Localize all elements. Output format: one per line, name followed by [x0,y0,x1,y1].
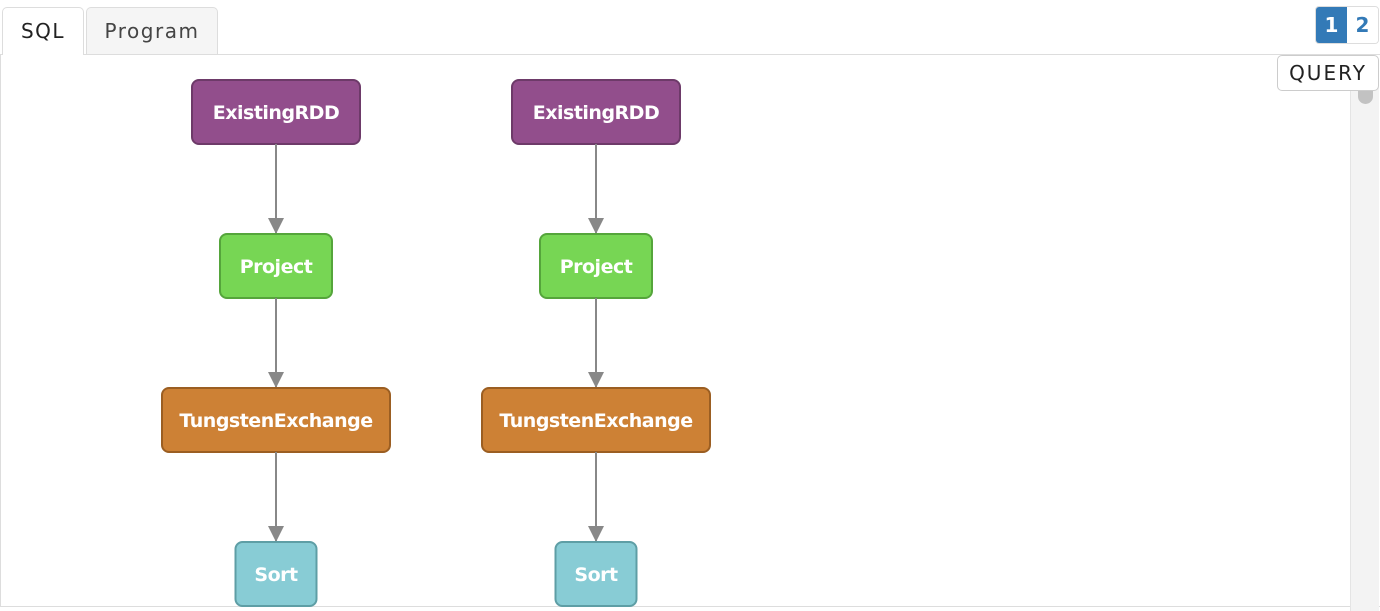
node-tungstenexchange[interactable]: TungstenExchange [481,387,711,453]
node-sort[interactable]: Sort [554,541,638,607]
edge-arrow-icon [588,372,604,388]
node-label: Sort [254,564,298,586]
node-sort[interactable]: Sort [234,541,318,607]
edge-arrow-icon [268,526,284,542]
node-label: Sort [574,564,618,586]
scrollbar[interactable] [1350,80,1379,611]
edge-arrow-icon [268,218,284,234]
dag-graph: ExistingRDDProjectTungstenExchangeSortEx… [161,79,711,607]
node-project[interactable]: Project [539,233,653,299]
edge-arrow-icon [588,218,604,234]
node-project[interactable]: Project [219,233,333,299]
page-2-button[interactable]: 2 [1347,7,1378,43]
edge-arrow-icon [588,526,604,542]
node-tungstenexchange[interactable]: TungstenExchange [161,387,391,453]
node-label: ExistingRDD [213,102,339,124]
node-label: ExistingRDD [533,102,659,124]
query-button[interactable]: QUERY [1277,55,1379,91]
graph-1: ExistingRDD Project TungstenExchange Sort [161,79,391,607]
node-label: Project [240,256,313,278]
node-existingrdd[interactable]: ExistingRDD [511,79,681,145]
node-existingrdd[interactable]: ExistingRDD [191,79,361,145]
graph-2: ExistingRDD Project TungstenExchange Sort [481,79,711,607]
node-label: TungstenExchange [179,410,372,432]
node-label: Project [560,256,633,278]
edge-arrow-icon [268,372,284,388]
node-label: TungstenExchange [499,410,692,432]
